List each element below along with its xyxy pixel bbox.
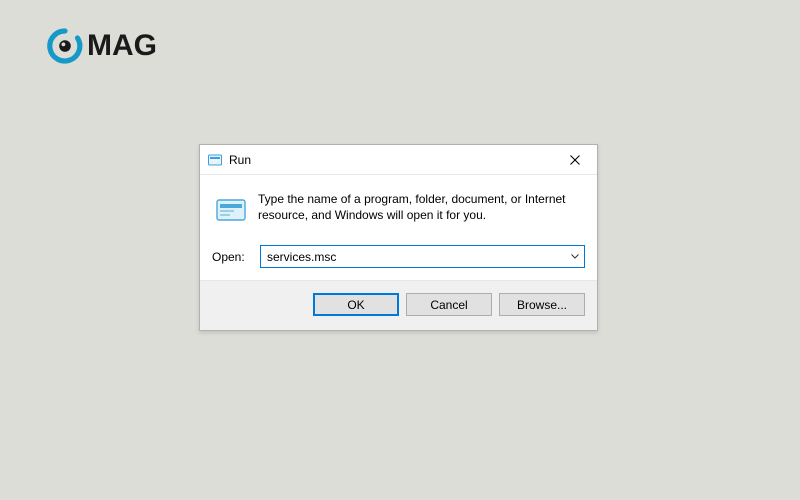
dialog-footer: OK Cancel Browse... bbox=[200, 280, 597, 330]
instruction-row: Type the name of a program, folder, docu… bbox=[212, 191, 585, 227]
run-dialog: Run Type the name of a program, folder, … bbox=[199, 144, 598, 331]
cancel-button[interactable]: Cancel bbox=[406, 293, 492, 316]
open-label: Open: bbox=[212, 250, 250, 264]
dialog-title: Run bbox=[229, 153, 561, 167]
browse-button[interactable]: Browse... bbox=[499, 293, 585, 316]
brand-logo: MAG bbox=[47, 28, 157, 64]
close-button[interactable] bbox=[561, 149, 589, 171]
dialog-body: Type the name of a program, folder, docu… bbox=[200, 175, 597, 280]
run-dialog-icon bbox=[207, 152, 223, 168]
close-icon bbox=[570, 155, 580, 165]
logo-text: MAG bbox=[87, 29, 157, 63]
open-row: Open: bbox=[212, 245, 585, 268]
run-program-icon bbox=[214, 193, 248, 227]
logo-mark-icon bbox=[47, 28, 83, 64]
chevron-down-icon bbox=[571, 254, 579, 259]
ok-button[interactable]: OK bbox=[313, 293, 399, 316]
titlebar: Run bbox=[200, 145, 597, 175]
open-input[interactable] bbox=[261, 246, 566, 267]
combobox-dropdown-button[interactable] bbox=[566, 246, 584, 267]
instruction-text: Type the name of a program, folder, docu… bbox=[258, 191, 585, 227]
open-combobox[interactable] bbox=[260, 245, 585, 268]
